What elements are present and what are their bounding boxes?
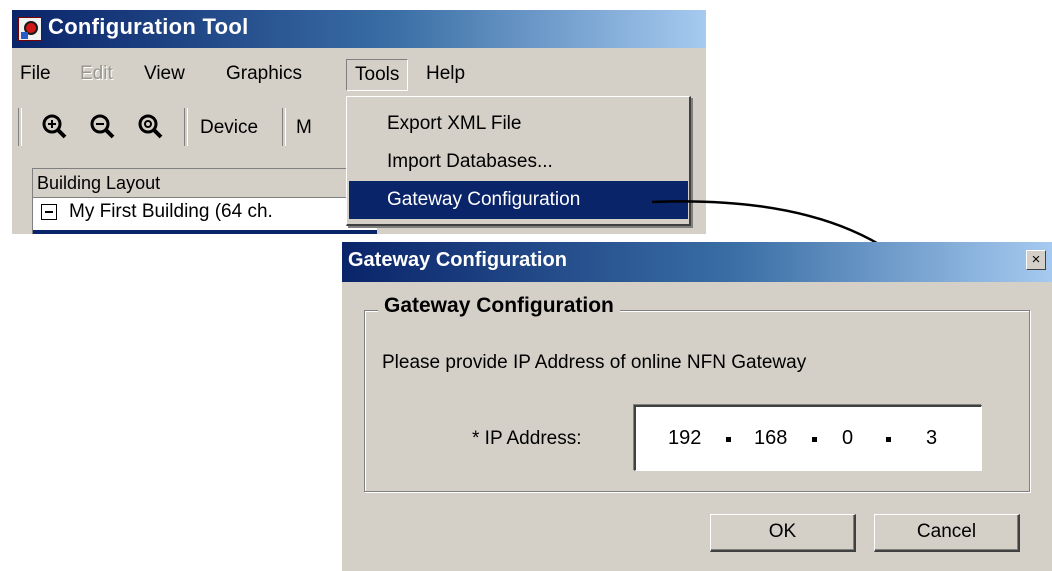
ip-dot-separator [812,437,817,442]
gateway-configuration-dialog: Gateway Configuration × Gateway Configur… [342,242,1052,571]
ip-octet-1[interactable]: 192 [668,427,701,450]
ip-octet-4[interactable]: 3 [926,427,937,450]
ip-address-field[interactable]: 192 168 0 3 [634,405,982,471]
dialog-title: Gateway Configuration [348,249,567,271]
ip-octet-2[interactable]: 168 [754,427,787,450]
ip-dot-separator [726,437,731,442]
group-box-title: Gateway Configuration [378,294,620,318]
close-button[interactable]: × [1026,250,1046,270]
ok-button[interactable]: OK [710,514,856,552]
ip-address-label: * IP Address: [472,428,582,449]
ip-octet-3[interactable]: 0 [842,427,853,450]
cancel-button[interactable]: Cancel [874,514,1020,552]
dialog-title-bar[interactable]: Gateway Configuration × [342,242,1052,282]
instruction-text: Please provide IP Address of online NFN … [382,352,807,373]
ip-dot-separator [886,437,891,442]
